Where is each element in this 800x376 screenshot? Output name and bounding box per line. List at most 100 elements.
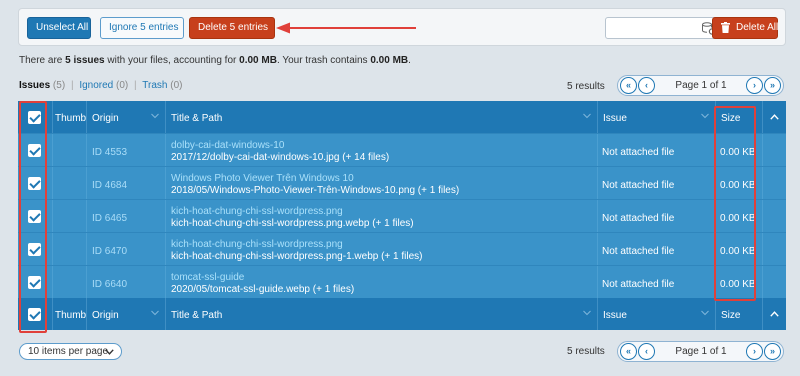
file-path: kich-hoat-chung-chi-ssl-wordpress.png.we…: [171, 218, 414, 229]
origin-header: Origin: [92, 310, 119, 321]
col-issue[interactable]: Issue: [597, 298, 715, 330]
size-text: 0.00 KB: [720, 279, 756, 290]
origin-id-link[interactable]: ID 6640: [92, 279, 127, 290]
thumb-cell: [52, 200, 86, 232]
thumb-cell: [52, 167, 86, 199]
row-select-cell: [18, 266, 52, 298]
origin-header: Origin: [92, 113, 119, 124]
tab-issues[interactable]: Issues: [19, 80, 50, 91]
row-end-cell: [762, 200, 786, 232]
origin-id-link[interactable]: ID 6465: [92, 213, 127, 224]
sort-caret-icon: [151, 310, 159, 316]
origin-id-link[interactable]: ID 6470: [92, 246, 127, 257]
last-page-button[interactable]: »: [764, 343, 781, 360]
size-cell: 0.00 KB: [715, 134, 762, 166]
sort-caret-icon: [583, 310, 591, 316]
chevron-up-icon: [770, 311, 779, 317]
title-link[interactable]: kich-hoat-chung-chi-ssl-wordpress.png: [171, 206, 343, 217]
issue-cell: Not attached file: [597, 233, 715, 265]
search-input[interactable]: [606, 18, 698, 38]
title-header: Title & Path: [171, 113, 223, 124]
next-page-button[interactable]: ›: [746, 343, 763, 360]
separator: |: [70, 80, 74, 91]
title-link[interactable]: dolby-cai-dat-windows-10: [171, 140, 284, 151]
last-page-button[interactable]: »: [764, 77, 781, 94]
file-path: 2020/05/tomcat-ssl-guide.webp (+ 1 files…: [171, 284, 355, 295]
ignore-entries-button[interactable]: Ignore 5 entries: [100, 17, 184, 39]
size-text: 0.00 KB: [720, 180, 756, 191]
col-title[interactable]: Title & Path: [165, 101, 597, 133]
issue-header: Issue: [603, 113, 627, 124]
row-select-cell: [18, 233, 52, 265]
results-count-top: 5 results: [567, 81, 605, 92]
issue-cell: Not attached file: [597, 200, 715, 232]
sort-caret-icon: [701, 113, 709, 119]
size-cell: 0.00 KB: [715, 233, 762, 265]
size-cell: 0.00 KB: [715, 266, 762, 298]
prev-page-button[interactable]: ‹: [638, 77, 655, 94]
origin-cell: ID 4553: [86, 134, 165, 166]
delete-entries-button[interactable]: Delete 5 entries: [189, 17, 275, 39]
col-title[interactable]: Title & Path: [165, 298, 597, 330]
select-all-cell: [18, 298, 52, 330]
tab-ignored[interactable]: Ignored: [79, 80, 113, 91]
page-indicator: Page 1 of 1: [675, 80, 727, 91]
issue-cell: Not attached file: [597, 134, 715, 166]
row-checkbox[interactable]: [28, 177, 41, 190]
thumb-cell: [52, 134, 86, 166]
separator: |: [134, 80, 137, 91]
first-page-button[interactable]: «: [620, 343, 637, 360]
file-path: 2017/12/dolby-cai-dat-windows-10.jpg (+ …: [171, 152, 390, 163]
origin-cell: ID 6470: [86, 233, 165, 265]
summary-text: There are 5 issues with your files, acco…: [19, 55, 411, 66]
tab-trash[interactable]: Trash: [142, 80, 167, 91]
row-end-cell: [762, 233, 786, 265]
title-link[interactable]: Windows Photo Viewer Trên Windows 10: [171, 173, 354, 184]
pagination-bottom: « ‹ Page 1 of 1 › »: [617, 341, 784, 362]
col-size[interactable]: Size: [715, 298, 762, 330]
origin-id-link[interactable]: ID 4553: [92, 147, 127, 158]
trash-icon: [721, 21, 730, 33]
col-thumb: Thumb: [52, 298, 86, 330]
title-link[interactable]: tomcat-ssl-guide: [171, 272, 244, 283]
title-cell: kich-hoat-chung-chi-ssl-wordpress.png ki…: [165, 200, 597, 232]
origin-cell: ID 6640: [86, 266, 165, 298]
size-header: Size: [721, 113, 741, 124]
collapse-toggle[interactable]: [762, 298, 786, 330]
issue-cell: Not attached file: [597, 266, 715, 298]
delete-all-button[interactable]: Delete All: [712, 17, 778, 39]
items-per-page-select[interactable]: 10 items per page: [19, 343, 122, 360]
row-end-cell: [762, 266, 786, 298]
row-checkbox[interactable]: [28, 276, 41, 289]
col-origin[interactable]: Origin: [86, 101, 165, 133]
issues-count: (5): [52, 80, 66, 91]
select-all-checkbox[interactable]: [28, 111, 41, 124]
origin-id-link[interactable]: ID 4684: [92, 180, 127, 191]
row-checkbox[interactable]: [28, 210, 41, 223]
issue-text: Not attached file: [602, 180, 675, 191]
select-all-checkbox-footer[interactable]: [28, 308, 41, 321]
issue-text: Not attached file: [602, 279, 675, 290]
col-issue[interactable]: Issue: [597, 101, 715, 133]
title-cell: dolby-cai-dat-windows-10 2017/12/dolby-c…: [165, 134, 597, 166]
table-row: ID 4684 Windows Photo Viewer Trên Window…: [18, 166, 786, 199]
prev-page-button[interactable]: ‹: [638, 343, 655, 360]
title-link[interactable]: kich-hoat-chung-chi-ssl-wordpress.png: [171, 239, 343, 250]
issue-text: Not attached file: [602, 213, 675, 224]
next-page-button[interactable]: ›: [746, 77, 763, 94]
page-indicator: Page 1 of 1: [675, 346, 727, 357]
col-size[interactable]: Size: [715, 101, 762, 133]
file-path: 2018/05/Windows-Photo-Viewer-Trên-Window…: [171, 185, 460, 196]
row-checkbox[interactable]: [28, 243, 41, 256]
first-page-button[interactable]: «: [620, 77, 637, 94]
table-row: ID 6640 tomcat-ssl-guide 2020/05/tomcat-…: [18, 265, 786, 298]
unselect-all-button[interactable]: Unselect All: [27, 17, 91, 39]
filter-tabs: Issues (5) | Ignored (0) | Trash (0): [19, 80, 182, 91]
origin-cell: ID 6465: [86, 200, 165, 232]
issue-header: Issue: [603, 310, 627, 321]
table-body: ID 4553 dolby-cai-dat-windows-10 2017/12…: [18, 133, 786, 298]
row-checkbox[interactable]: [28, 144, 41, 157]
collapse-toggle[interactable]: [762, 101, 786, 133]
col-origin[interactable]: Origin: [86, 298, 165, 330]
thumb-cell: [52, 233, 86, 265]
